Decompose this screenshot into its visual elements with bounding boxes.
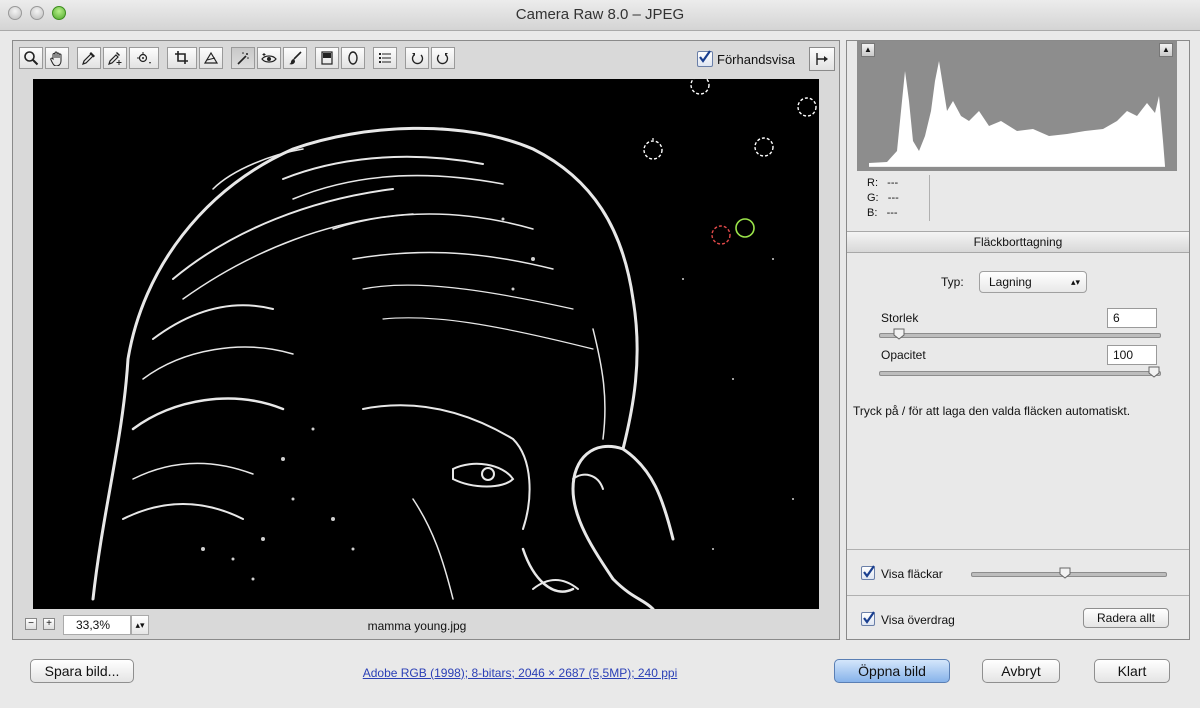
- cancel-button[interactable]: Avbryt: [982, 659, 1060, 683]
- r-label: R:: [867, 177, 878, 189]
- preferences-tool[interactable]: [373, 47, 397, 69]
- done-button[interactable]: Klart: [1094, 659, 1170, 683]
- save-image-button[interactable]: Spara bild...: [30, 659, 134, 683]
- rotate-cw-icon: [436, 53, 449, 65]
- image-preview[interactable]: [33, 79, 819, 609]
- eyedropper-icon: [82, 52, 95, 65]
- spot-removal-icon: [237, 52, 249, 65]
- opacity-label: Opacitet: [881, 348, 926, 362]
- eye-icon: [261, 53, 277, 63]
- adjustments-panel: ▲ ▲ R: --- G: --- B: --- Fläckborttagnin…: [846, 40, 1190, 640]
- zoom-out-button[interactable]: −: [25, 618, 37, 630]
- targeted-adjustment-tool[interactable]: [129, 47, 159, 69]
- select-arrows-icon: ▴▾: [1070, 277, 1080, 287]
- size-slider[interactable]: [879, 328, 1161, 340]
- color-sampler-tool[interactable]: [103, 47, 127, 69]
- graduated-filter-icon: [321, 51, 333, 65]
- crop-icon: [175, 51, 188, 64]
- magnifier-icon: [24, 51, 39, 66]
- opacity-slider[interactable]: [879, 366, 1161, 378]
- show-overlay-checkbox[interactable]: [861, 611, 875, 626]
- size-label: Storlek: [881, 311, 919, 325]
- opacity-field[interactable]: 100: [1107, 345, 1157, 365]
- clear-all-button[interactable]: Radera allt: [1083, 608, 1169, 628]
- size-field[interactable]: 6: [1107, 308, 1157, 328]
- filename-label: mamma young.jpg: [367, 619, 467, 633]
- status-bar: − + 33,3% ▴▾ mamma young.jpg: [17, 613, 835, 637]
- adjustment-brush-tool[interactable]: [283, 47, 307, 69]
- divider: [847, 549, 1189, 550]
- checkmark-icon: [699, 50, 711, 63]
- zoom-in-button[interactable]: +: [43, 618, 55, 630]
- title-bar: Camera Raw 8.0 – JPEG: [0, 0, 1200, 31]
- straighten-icon: [203, 51, 219, 64]
- opacity-slider-thumb[interactable]: [1148, 366, 1160, 378]
- show-spots-checkbox[interactable]: [861, 565, 875, 580]
- checkmark-icon: [863, 611, 875, 624]
- radial-filter-tool[interactable]: [341, 47, 365, 69]
- target-icon: [137, 52, 151, 64]
- window-title: Camera Raw 8.0 – JPEG: [515, 6, 685, 23]
- size-slider-thumb[interactable]: [893, 328, 905, 340]
- toggle-fullscreen-button[interactable]: [809, 47, 835, 71]
- zoom-tool[interactable]: [19, 47, 43, 69]
- image-panel: Förhandsvisa − + 33,3% ▴▾ mamma young.jp…: [12, 40, 840, 640]
- brush-icon: [289, 51, 302, 65]
- zoom-level-field[interactable]: 33,3%: [63, 615, 131, 635]
- type-select[interactable]: Lagning ▴▾: [979, 271, 1087, 293]
- shadow-clipping-toggle[interactable]: ▲: [861, 43, 875, 57]
- rotate-left-tool[interactable]: [405, 47, 429, 69]
- red-eye-tool[interactable]: [257, 47, 281, 69]
- list-icon: [379, 53, 391, 63]
- b-label: B:: [867, 207, 878, 219]
- r-value: ---: [887, 177, 899, 189]
- preview-checkbox[interactable]: [697, 50, 713, 67]
- export-arrow-icon: [816, 53, 828, 65]
- graduated-filter-tool[interactable]: [315, 47, 339, 69]
- straighten-tool[interactable]: [199, 47, 223, 69]
- camera-raw-window: Camera Raw 8.0 – JPEG Förhandsvisa − + 3…: [0, 0, 1200, 708]
- workflow-options-link[interactable]: Adobe RGB (1998); 8-bitars; 2046 × 2687 …: [230, 666, 810, 680]
- toolbar: Förhandsvisa: [17, 45, 835, 73]
- rgb-readout: R: --- G: --- B: ---: [867, 176, 899, 221]
- g-value: ---: [887, 192, 899, 204]
- slider-thumb-icon: [1148, 366, 1160, 378]
- eyedropper-plus-icon: [108, 52, 122, 65]
- white-balance-tool[interactable]: [77, 47, 101, 69]
- section-header-spot-removal: Fläckborttagning: [847, 231, 1189, 253]
- crop-tool[interactable]: [167, 47, 197, 69]
- histogram: ▲ ▲: [857, 41, 1177, 171]
- divider: [929, 175, 930, 221]
- hand-icon: [50, 51, 62, 66]
- hand-tool[interactable]: [45, 47, 69, 69]
- open-image-button[interactable]: Öppna bild: [834, 659, 950, 683]
- g-label: G:: [867, 192, 879, 204]
- edge-image: [33, 79, 819, 609]
- show-spots-slider-thumb[interactable]: [1059, 567, 1071, 579]
- histogram-graph: [869, 61, 1165, 167]
- highlight-clipping-toggle[interactable]: ▲: [1159, 43, 1173, 57]
- radial-filter-icon: [348, 51, 358, 65]
- show-spots-slider[interactable]: [971, 567, 1167, 579]
- rotate-right-tool[interactable]: [431, 47, 455, 69]
- spot-removal-tool[interactable]: [231, 47, 255, 69]
- checkmark-icon: [863, 565, 875, 578]
- slider-thumb-icon: [1059, 567, 1071, 579]
- hint-text: Tryck på / för att laga den valda fläcke…: [853, 404, 1131, 418]
- rotate-ccw-icon: [411, 53, 424, 65]
- b-value: ---: [886, 207, 898, 219]
- type-select-value: Lagning: [989, 275, 1032, 289]
- show-overlay-label: Visa överdrag: [881, 613, 955, 627]
- type-label: Typ:: [941, 275, 964, 289]
- show-spots-label: Visa fläckar: [881, 567, 943, 581]
- divider: [847, 595, 1189, 596]
- zoom-stepper[interactable]: ▴▾: [131, 615, 149, 635]
- slider-thumb-icon: [893, 328, 905, 340]
- preview-label: Förhandsvisa: [717, 52, 796, 67]
